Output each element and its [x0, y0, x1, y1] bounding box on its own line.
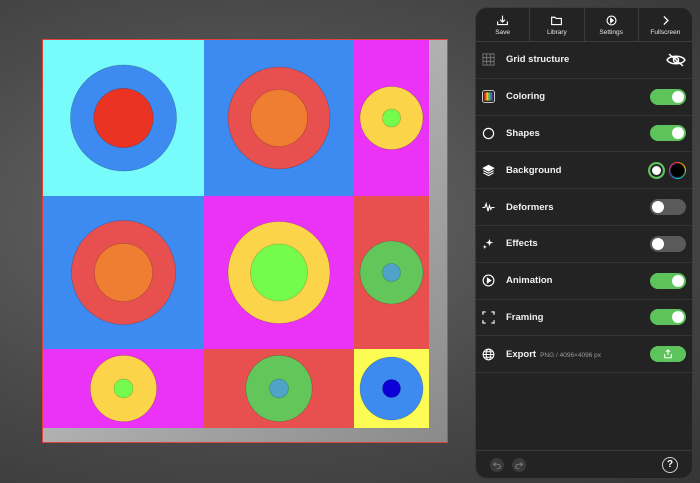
effects-toggle[interactable] [650, 235, 686, 252]
fullscreen-button[interactable]: Fullscreen [639, 8, 692, 41]
coloring-label: Coloring [506, 91, 546, 103]
circle-icon [482, 127, 495, 140]
toggle-knob [672, 311, 684, 324]
library-button[interactable]: Library [530, 8, 585, 41]
settings-button[interactable]: Settings [585, 8, 639, 41]
toggle-knob [652, 201, 664, 214]
toolbar: Save Library Settings Fullscreen [476, 8, 692, 42]
chevron-right-icon [663, 15, 669, 25]
toggle-knob [672, 90, 684, 103]
background-swatches [648, 161, 686, 179]
effects-label: Effects [506, 238, 538, 250]
grid-structure-label: Grid structure [506, 54, 570, 66]
inner-circle [382, 263, 401, 282]
toggle-knob [672, 127, 684, 140]
redo-icon [515, 461, 523, 469]
export-label: Export PNG / 4096×4096 px [506, 349, 650, 360]
waveform-icon [482, 201, 495, 214]
inner-circle [250, 243, 308, 302]
row-background[interactable]: Background [476, 152, 692, 190]
panel-footer: ? [476, 450, 692, 478]
shapes-label: Shapes [506, 127, 540, 139]
toggle-knob [652, 237, 664, 250]
inner-circle [382, 108, 401, 128]
background-color-black-swatch[interactable] [669, 161, 686, 179]
layers-icon [482, 164, 495, 177]
shapes-toggle[interactable] [650, 125, 686, 142]
save-button[interactable]: Save [476, 8, 531, 41]
fullscreen-label: Fullscreen [650, 28, 681, 36]
inner-circle [269, 378, 289, 399]
control-panel: Save Library Settings Fullscreen Grid st… [475, 7, 693, 479]
framing-label: Framing [506, 311, 544, 323]
palette-icon [482, 90, 495, 104]
library-label: Library [546, 28, 567, 36]
row-grid-structure[interactable]: Grid structure [476, 42, 692, 79]
play-icon [482, 274, 495, 287]
inner-circle [113, 378, 134, 399]
settings-play-icon [606, 14, 617, 26]
undo-icon [493, 461, 501, 469]
download-tray-icon [497, 15, 509, 25]
row-effects[interactable]: Effects [476, 226, 692, 263]
inner-circle [94, 243, 153, 302]
row-export[interactable]: Export PNG / 4096×4096 px [476, 336, 692, 374]
inner-circle [382, 379, 401, 398]
settings-label: Settings [599, 28, 623, 36]
artwork-canvas[interactable] [42, 39, 448, 443]
frame-corners-icon [482, 311, 495, 324]
undo-button[interactable] [490, 457, 504, 472]
export-title: Export [506, 348, 537, 360]
row-animation[interactable]: Animation [476, 263, 692, 300]
redo-button[interactable] [512, 457, 526, 472]
eye-slash-icon[interactable] [666, 53, 686, 67]
background-label: Background [506, 164, 562, 176]
animation-toggle[interactable] [650, 272, 686, 289]
globe-icon [482, 348, 495, 361]
help-button[interactable]: ? [662, 456, 678, 473]
deformers-toggle[interactable] [650, 199, 686, 216]
artwork-grid [43, 40, 429, 428]
deformers-label: Deformers [506, 201, 554, 213]
row-coloring[interactable]: Coloring [476, 79, 692, 116]
framing-toggle[interactable] [650, 309, 686, 326]
folder-icon [551, 16, 563, 25]
background-color-white-swatch[interactable] [648, 161, 665, 179]
toggle-knob [672, 274, 684, 287]
save-label: Save [495, 28, 511, 36]
animation-label: Animation [506, 275, 553, 287]
row-deformers[interactable]: Deformers [476, 189, 692, 226]
share-icon [664, 349, 672, 359]
export-format: PNG / 4096×4096 px [540, 351, 601, 359]
row-shapes[interactable]: Shapes [476, 116, 692, 153]
inner-circle [93, 88, 154, 148]
sparkles-icon [482, 237, 495, 250]
row-framing[interactable]: Framing [476, 300, 692, 337]
export-button[interactable] [650, 346, 686, 363]
inner-circle [250, 89, 308, 147]
grid-icon [482, 53, 495, 66]
coloring-toggle[interactable] [650, 88, 686, 105]
